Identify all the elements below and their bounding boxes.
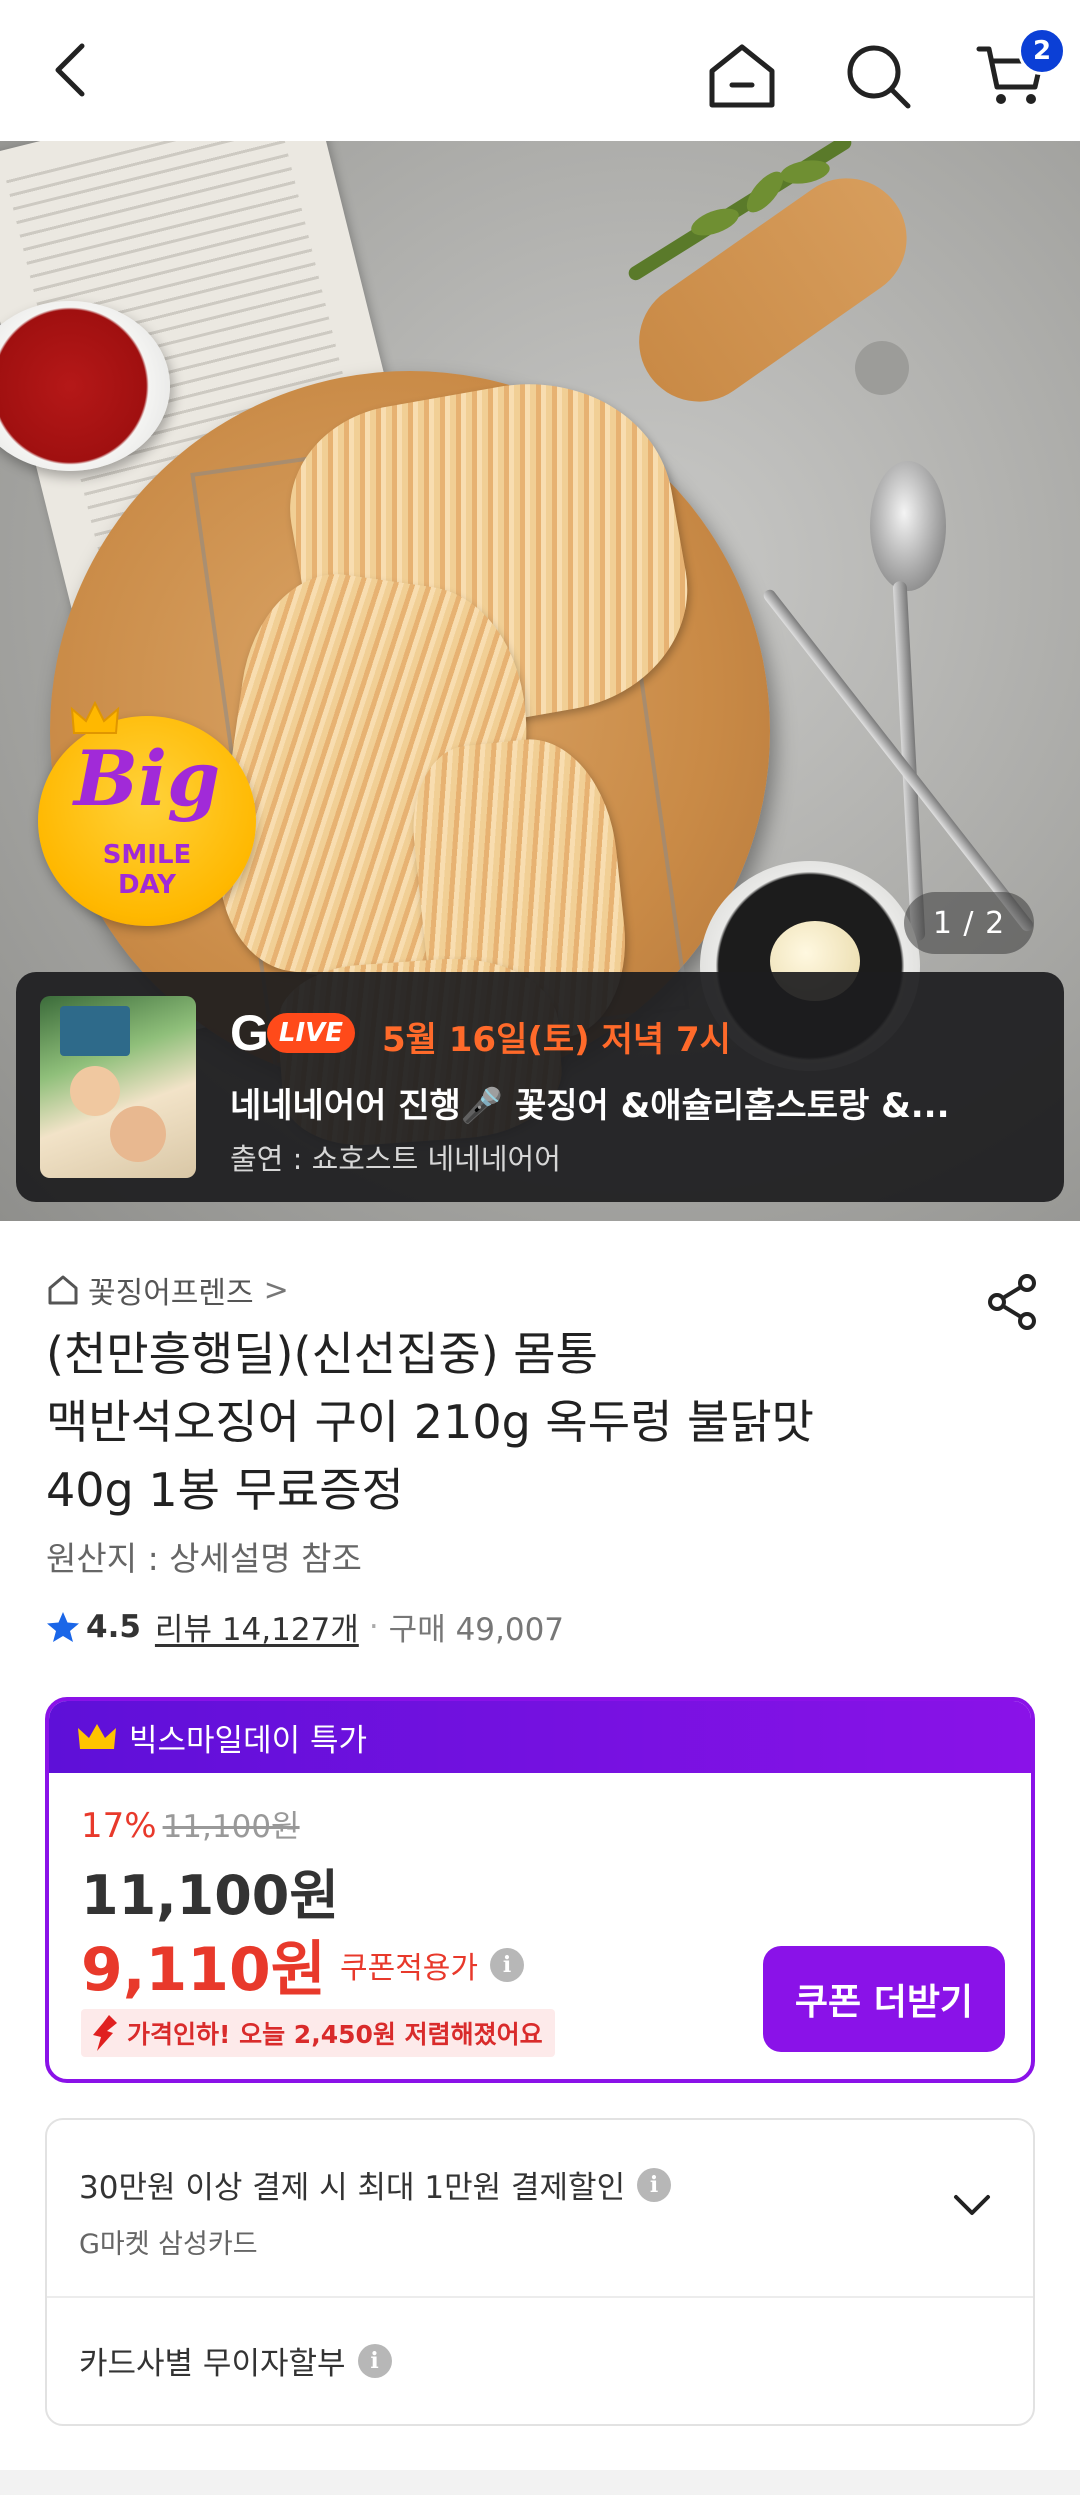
price-drop-note: 가격인하! 오늘 2,450원 저렴해졌어요: [81, 2009, 555, 2057]
crown-icon: [78, 1724, 116, 1749]
seller-link[interactable]: 꽃징어프렌즈 >: [46, 1268, 289, 1312]
search-button[interactable]: [836, 34, 920, 118]
glive-logo: G LIVE: [230, 1008, 356, 1058]
back-button[interactable]: [30, 30, 110, 110]
badge-big-text: Big: [73, 734, 221, 823]
original-price: 11,100원: [162, 1809, 300, 1845]
card-name: G마켓 삼성카드: [79, 2229, 258, 2260]
arrow-down-icon: [93, 2015, 117, 2051]
coupon-price: 9,110원: [81, 1935, 326, 2005]
live-title: 네네네어어 진행🎤 꽃징어 &애슐리홈스토랑 &...: [230, 1086, 950, 1126]
live-cast: 출연 : 쇼호스트 네네네어어: [230, 1142, 561, 1176]
coupon-price-row: 9,110원 쿠폰적용가 i: [81, 1921, 524, 2008]
rating-row: 4.5 리뷰 14,127개 · 구매 49,007: [46, 1604, 564, 1649]
photo-spoon: [870, 461, 946, 591]
info-icon[interactable]: i: [357, 2343, 392, 2378]
price-header: 빅스마일데이 특가: [49, 1701, 1031, 1773]
image-counter: 1 / 2: [904, 892, 1034, 954]
discount-percent: 17%: [81, 1806, 157, 1846]
chevron-left-icon: [55, 43, 85, 97]
glive-banner[interactable]: G LIVE 5월 16일(토) 저녁 7시 네네네어어 진행🎤 꽃징어 &애슐…: [16, 972, 1064, 1202]
get-more-coupons-button[interactable]: 쿠폰 더받기: [763, 1946, 1005, 2052]
review-count-link[interactable]: 리뷰 14,127개: [155, 1604, 359, 1649]
expand-button[interactable]: [947, 2180, 997, 2230]
seller-name: 꽃징어프렌즈: [88, 1276, 254, 1311]
purchase-count: 구매 49,007: [388, 1612, 565, 1648]
home-icon: [709, 44, 775, 108]
rating-score: 4.5: [86, 1608, 141, 1645]
chevron-down-icon: [954, 2195, 990, 2215]
info-icon[interactable]: i: [490, 1947, 524, 1982]
store-icon: [48, 1275, 78, 1305]
info-icon[interactable]: i: [637, 2167, 672, 2202]
payment-benefits-box: 30만원 이상 결제 시 최대 1만원 결제할인 i G마켓 삼성카드 카드사별…: [45, 2118, 1035, 2426]
star-icon: [47, 1611, 79, 1642]
section-divider: [0, 2470, 1080, 2495]
coupon-price-label: 쿠폰적용가: [340, 1950, 478, 1986]
cart-count-badge: 2: [1018, 27, 1066, 75]
chevron-right-icon: >: [263, 1272, 289, 1308]
badge-smile-day-text: SMILE DAY: [102, 840, 192, 900]
live-schedule: 5월 16일(토) 저녁 7시: [382, 1020, 731, 1060]
card-discount-row[interactable]: 30만원 이상 결제 시 최대 1만원 결제할인 i: [79, 2162, 672, 2207]
top-app-bar: 2: [0, 0, 1080, 141]
product-title: (천만흥행딜)(신선집중) 몸통 맥반석오징어 구이 210g 옥두렁 불닭맛 …: [46, 1327, 814, 1517]
product-image-carousel[interactable]: Big SMILE DAY 1 / 2 G LIVE 5월 16일(토) 저녁 …: [0, 141, 1080, 1221]
price-box: 빅스마일데이 특가 17% 11,100원 11,100원 9,110원 쿠폰적…: [45, 1697, 1035, 2083]
crown-icon: [70, 701, 120, 734]
discount-row: 17% 11,100원: [81, 1801, 300, 1846]
installment-row[interactable]: 카드사별 무이자할부 i: [79, 2338, 392, 2383]
search-icon: [847, 45, 911, 109]
live-thumbnail: [40, 996, 196, 1178]
sale-price: 11,100원: [81, 1864, 340, 1927]
origin-info: 원산지 : 상세설명 참조: [46, 1539, 362, 1578]
home-button[interactable]: [700, 34, 784, 118]
